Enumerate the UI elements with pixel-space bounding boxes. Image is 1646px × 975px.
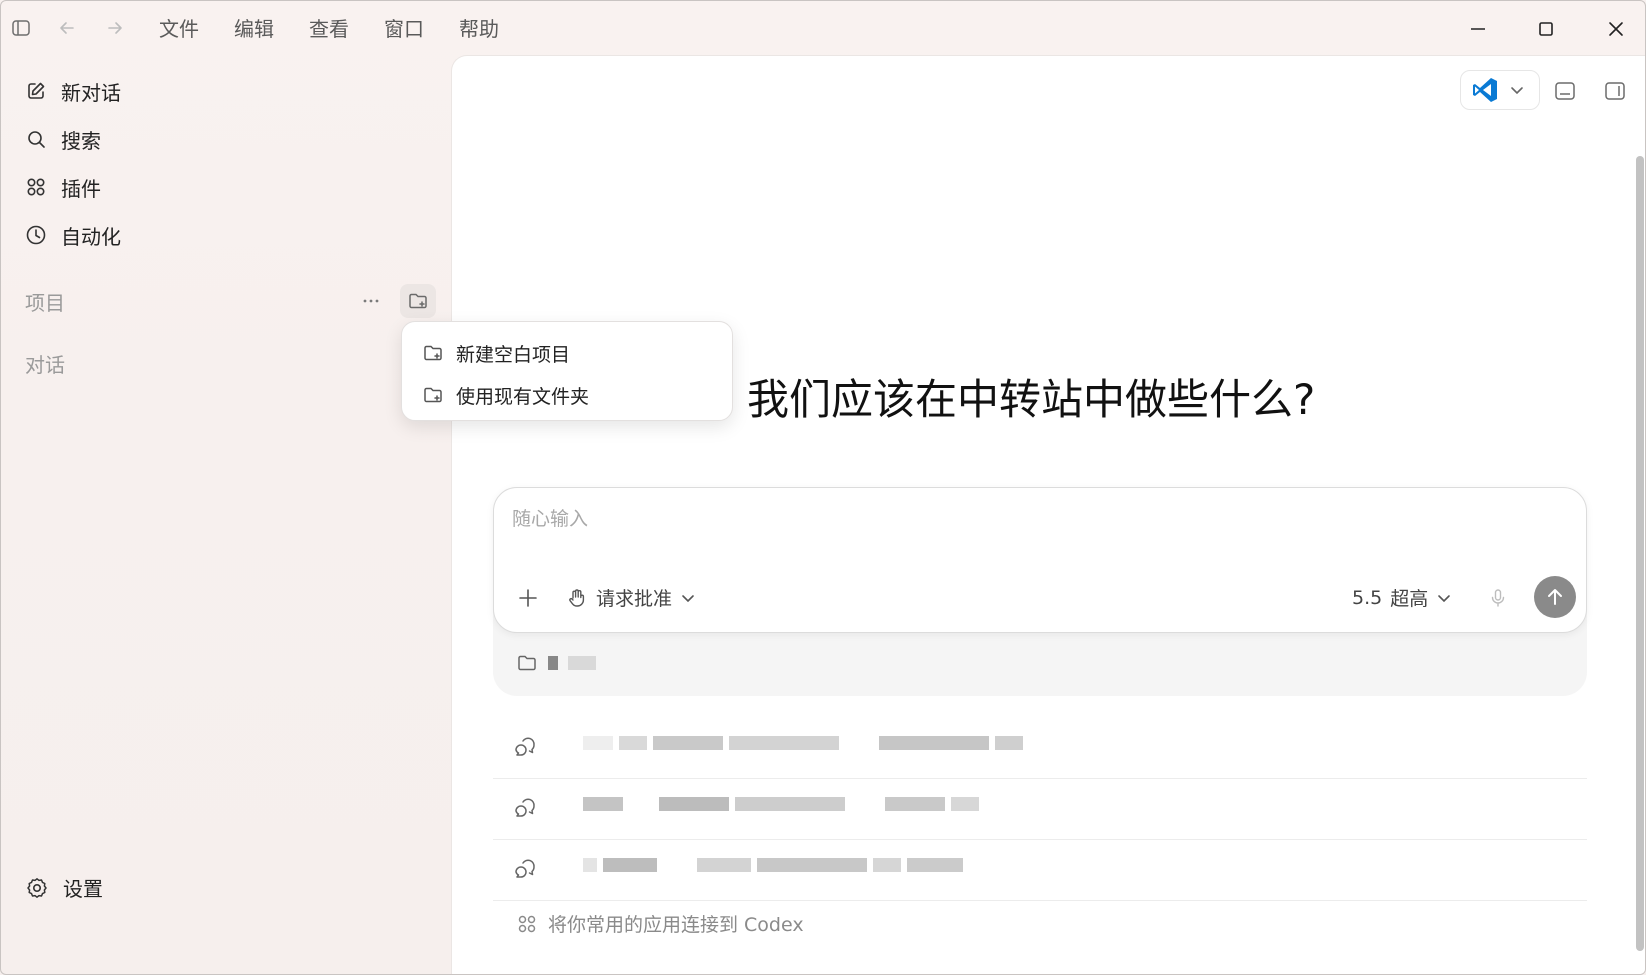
menu-item-label: 使用现有文件夹 (456, 385, 590, 408)
sidebar-item-plugins[interactable]: 插件 (25, 171, 101, 203)
edit-icon (28, 82, 45, 99)
chevron-down-icon (682, 594, 694, 602)
microphone-icon (1491, 589, 1505, 607)
folder-plus-icon (424, 387, 442, 403)
settings-button[interactable]: 设置 (25, 873, 103, 902)
add-attachment-button[interactable] (514, 584, 542, 612)
close-button[interactable] (1601, 15, 1631, 43)
hand-icon (569, 588, 585, 607)
list-item[interactable] (493, 840, 1587, 901)
menu-edit[interactable]: 编辑 (234, 15, 274, 43)
connect-apps-text: 将你常用的应用连接到 Codex (548, 914, 804, 936)
sidebar-item-label: 新对话 (61, 80, 121, 105)
folder-plus-icon (424, 345, 442, 361)
app-window: 文件 编辑 查看 窗口 帮助 新对话 搜索 插件 自动化 项目 对话 设置 我们… (0, 0, 1646, 975)
sidebar-item-label: 自动化 (61, 224, 121, 249)
folder-icon (518, 655, 536, 671)
more-horizontal-icon (363, 299, 379, 303)
model-version: 5.5 (1352, 586, 1383, 609)
open-in-ide-button[interactable] (1460, 70, 1540, 110)
search-icon (28, 131, 45, 148)
menu-window[interactable]: 窗口 (384, 15, 424, 43)
projects-more-button[interactable] (353, 284, 389, 318)
redacted-text (548, 656, 558, 670)
plus-icon (519, 589, 537, 607)
message-input[interactable] (512, 508, 1412, 530)
sidebar-item-label: 搜索 (61, 128, 101, 153)
grid-icon (27, 178, 45, 196)
send-button[interactable] (1534, 576, 1576, 618)
menu-item-label: 新建空白项目 (456, 343, 571, 366)
gear-icon (27, 877, 47, 898)
clock-icon (26, 225, 46, 245)
menu-help[interactable]: 帮助 (459, 15, 499, 43)
redacted-text (583, 736, 1023, 750)
scrollbar-thumb[interactable] (1636, 156, 1644, 951)
recent-list (493, 718, 1587, 901)
connect-apps-link[interactable]: 将你常用的应用连接到 Codex (516, 910, 804, 937)
vscode-icon (1473, 78, 1497, 102)
grid-icon (518, 915, 536, 932)
arrow-up-icon (1548, 589, 1562, 605)
forward-arrow-icon[interactable] (105, 18, 125, 38)
microphone-button[interactable] (1484, 584, 1512, 612)
model-selector[interactable]: 5.5 超高 (1352, 584, 1452, 611)
chevron-down-icon (1511, 87, 1523, 95)
list-item[interactable] (493, 718, 1587, 779)
menu-item-use-existing-folder[interactable]: 使用现有文件夹 (402, 374, 732, 416)
sidebar-item-automation[interactable]: 自动化 (25, 219, 121, 251)
redacted-text (568, 656, 596, 670)
menu-item-new-blank-project[interactable]: 新建空白项目 (402, 332, 732, 374)
chat-bubbles-icon (515, 737, 535, 756)
chat-bubbles-icon (515, 798, 535, 817)
toggle-right-panel-icon[interactable] (1602, 78, 1628, 104)
menu-file[interactable]: 文件 (159, 15, 199, 43)
back-arrow-icon[interactable] (57, 18, 77, 38)
menu-bar: 文件 编辑 查看 窗口 帮助 (159, 15, 534, 43)
chevron-down-icon (1438, 594, 1451, 602)
minimize-button[interactable] (1463, 15, 1493, 43)
composer: 请求批准 5.5 超高 (493, 487, 1587, 633)
settings-label: 设置 (63, 877, 103, 901)
title-bar: 文件 编辑 查看 窗口 帮助 (1, 1, 1645, 55)
sidebar-item-search[interactable]: 搜索 (25, 123, 101, 155)
redacted-text (583, 797, 979, 811)
sidebar: 新对话 搜索 插件 自动化 项目 对话 设置 (1, 55, 451, 974)
conversations-section-label: 对话 (25, 353, 65, 377)
approval-mode-dropdown[interactable]: 请求批准 (566, 584, 696, 611)
list-item[interactable] (493, 779, 1587, 840)
page-title: 我们应该在中转站中做些什么? (747, 375, 1316, 424)
approval-label: 请求批准 (596, 588, 673, 610)
folder-plus-icon (409, 293, 427, 309)
sidebar-toggle-icon[interactable] (11, 18, 31, 38)
toggle-bottom-panel-icon[interactable] (1552, 78, 1578, 104)
projects-section-label: 项目 (25, 291, 65, 315)
add-project-button[interactable] (400, 284, 436, 318)
sidebar-item-new-chat[interactable]: 新对话 (25, 75, 121, 107)
main-panel: 我们应该在中转站中做些什么? 请求批准 5.5 超高 (451, 55, 1645, 974)
redacted-text (583, 858, 963, 872)
sidebar-item-label: 插件 (61, 176, 101, 201)
model-level: 超高 (1390, 588, 1429, 610)
menu-view[interactable]: 查看 (309, 15, 349, 43)
maximize-button[interactable] (1531, 15, 1561, 43)
add-project-menu: 新建空白项目 使用现有文件夹 (401, 321, 733, 421)
workspace-folder-row[interactable] (516, 652, 596, 674)
chat-bubbles-icon (515, 859, 535, 878)
